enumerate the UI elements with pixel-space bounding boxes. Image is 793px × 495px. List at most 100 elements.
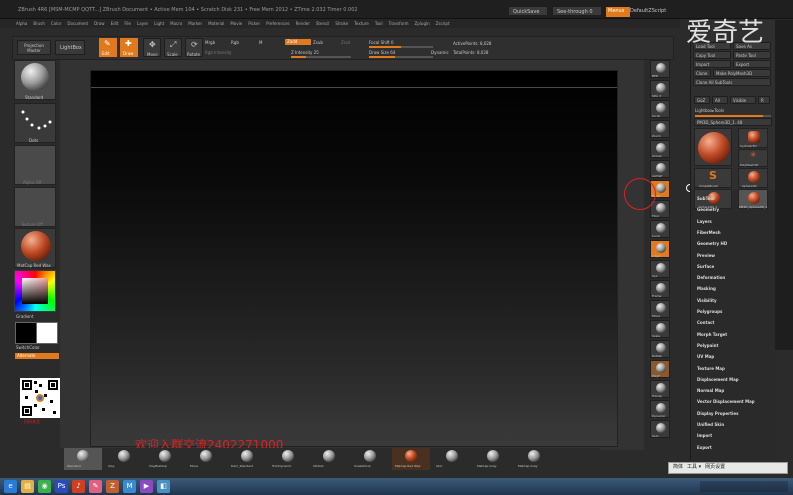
brush-move[interactable]: Move — [187, 448, 225, 470]
tool-make-polymesh3d-button[interactable]: Make PolyMesh3D — [713, 69, 771, 77]
brush-dam-standard[interactable]: Dam_Standard — [228, 448, 266, 470]
zcut-button[interactable]: Zcut — [341, 40, 350, 45]
brush-trimdynamic[interactable]: TrimDynamic — [269, 448, 307, 470]
tool-sphere3d[interactable]: Sphere3D — [738, 168, 768, 188]
rotate-button[interactable]: ⟳ Rotate — [185, 38, 203, 57]
brush-matcap-gray[interactable]: MatCap Gray — [474, 448, 512, 470]
r-button[interactable]: R — [758, 96, 770, 104]
shelf-aahalf-button[interactable]: AAHalf — [650, 160, 670, 178]
quicksave-button[interactable]: QuickSave — [508, 6, 548, 16]
menu-tool[interactable]: Tool — [375, 21, 383, 26]
shelf-polyf-button[interactable]: PolyF — [650, 360, 670, 378]
tool-export-button[interactable]: Export — [733, 60, 771, 68]
z-intensity-slider[interactable]: Z Intensity 25 — [291, 50, 319, 55]
shelf-scale-button[interactable]: Scale — [650, 320, 670, 338]
section-masking[interactable]: Masking — [697, 286, 716, 291]
photoshop-icon[interactable]: Ps — [55, 480, 68, 493]
tool-pm3d-sphere-small[interactable]: PM3D_Sphere3D_1 — [738, 189, 768, 209]
draw-button[interactable]: ✚ Draw — [120, 38, 138, 57]
shelf-move-button[interactable]: Move — [650, 300, 670, 318]
material-thumbnail[interactable]: MatCap Red Wax — [14, 228, 56, 268]
lightbox-tools-slider[interactable] — [695, 115, 771, 117]
main-color-swatch[interactable] — [15, 322, 37, 344]
media-icon[interactable]: ▶ — [140, 480, 153, 493]
menu-layer[interactable]: Layer — [137, 21, 148, 26]
tool-polymesh3d[interactable]: ✶ PolyMesh3D — [738, 149, 768, 167]
section-geometry-hd[interactable]: Geometry HD — [697, 241, 727, 246]
color-square[interactable] — [22, 278, 48, 304]
menu-draw[interactable]: Draw — [94, 21, 104, 26]
section-export[interactable]: Export — [697, 445, 712, 450]
explorer-icon[interactable]: ◧ — [157, 480, 170, 493]
menu-stroke[interactable]: Stroke — [335, 21, 348, 26]
switch-color-button[interactable]: SwitchColor — [16, 345, 40, 350]
tool-cylinder3d[interactable]: Cylinder3D — [738, 128, 768, 148]
brush-claybuildup[interactable]: ClayBuildup — [146, 448, 184, 470]
section-unified-skin[interactable]: Unified Skin — [697, 422, 724, 427]
shelf-bpr-button[interactable]: BPR — [650, 60, 670, 78]
rgb-intensity-slider[interactable]: Rgb Intensity — [205, 50, 232, 55]
section-geometry[interactable]: Geometry — [697, 207, 719, 212]
tool-pm3d-sphere-large[interactable] — [694, 128, 732, 166]
color-picker[interactable] — [14, 270, 56, 312]
menu-edit[interactable]: Edit — [111, 21, 119, 26]
tool-clone-all-subtools-button[interactable]: Clone All SubTools — [693, 78, 771, 86]
brush-matcap-red-wax[interactable]: MatCap Red Wax — [392, 448, 430, 470]
section-polypaint[interactable]: Polypaint — [697, 343, 718, 348]
menu-light[interactable]: Light — [154, 21, 164, 26]
canvas-viewport[interactable] — [90, 70, 618, 447]
projection-master-button[interactable]: Projection Master — [17, 40, 51, 55]
dynamic-button[interactable]: Dynamic — [431, 50, 449, 55]
menu-brush[interactable]: Brush — [33, 21, 45, 26]
3dsmax-icon[interactable]: M — [123, 480, 136, 493]
current-tool-slider[interactable]: PM3D_Sphere3D_1. 48 — [694, 118, 772, 126]
menu-zscript[interactable]: Zscript — [436, 21, 450, 26]
shelf-rotate-button[interactable]: Rotate — [650, 340, 670, 358]
tool-import-button[interactable]: Import — [693, 60, 731, 68]
shelf-spix-3-button[interactable]: SPix 3 — [650, 80, 670, 98]
brush-hpolish[interactable]: hPolish — [310, 448, 348, 470]
menu-zplugin[interactable]: Zplugin — [415, 21, 430, 26]
menu-marker[interactable]: Marker — [188, 21, 202, 26]
default-script[interactable]: DefaultZScript — [630, 8, 666, 14]
document-canvas[interactable] — [60, 60, 644, 450]
menu-macro[interactable]: Macro — [170, 21, 182, 26]
section-preview[interactable]: Preview — [697, 253, 715, 258]
chrome-icon[interactable]: ◉ — [38, 480, 51, 493]
tool-copy-tool-button[interactable]: Copy Tool — [693, 51, 731, 59]
winamp-icon[interactable]: ♪ — [72, 480, 85, 493]
menu-alpha[interactable]: Alpha — [16, 21, 27, 26]
menu-render[interactable]: Render — [296, 21, 310, 26]
section-surface[interactable]: Surface — [697, 264, 714, 269]
edit-button[interactable]: ✎ Edit — [99, 38, 117, 57]
section-displacement-map[interactable]: Displacement Map — [697, 377, 739, 382]
goz-button[interactable]: GoZ — [694, 96, 710, 104]
shelf-actual-button[interactable]: Actual — [650, 140, 670, 158]
shelf-zoom-button[interactable]: Zoom — [650, 120, 670, 138]
brush-matcap-gray[interactable]: MatCap Gray — [515, 448, 553, 470]
menu-stencil[interactable]: Stencil — [316, 21, 330, 26]
ie-icon[interactable]: e — [4, 480, 17, 493]
tool-simplebrush[interactable]: S SimpleBrush — [694, 168, 732, 188]
brush-snakehook[interactable]: SnakeHook — [351, 448, 389, 470]
section-fibermesh[interactable]: FiberMesh — [697, 230, 721, 235]
shelf-frame-button[interactable]: Frame — [650, 280, 670, 298]
draw-size-track[interactable] — [369, 56, 433, 58]
brush-standard[interactable]: Standard — [64, 448, 102, 470]
tool-paste-tool-button[interactable]: Paste Tool — [733, 51, 771, 59]
shelf-scroll-button[interactable]: Scroll — [650, 100, 670, 118]
m-button[interactable]: M — [259, 40, 262, 45]
zsub-button[interactable]: Zsub — [313, 40, 323, 45]
move-button[interactable]: ✥ Move — [143, 38, 161, 57]
shelf-local-button[interactable]: Local — [650, 220, 670, 238]
rgb-button[interactable]: Rgb — [231, 40, 239, 45]
section-import[interactable]: Import — [697, 433, 712, 438]
ime-item[interactable]: 工具 ▾ — [687, 464, 701, 472]
section-uv-map[interactable]: UV Map — [697, 354, 714, 359]
menu-texture[interactable]: Texture — [354, 21, 369, 26]
menu-movie[interactable]: Movie — [230, 21, 242, 26]
gradient-label[interactable]: Gradient — [16, 314, 33, 319]
section-contact[interactable]: Contact — [697, 320, 714, 325]
section-visibility[interactable]: Visibility — [697, 298, 717, 303]
alternate-button[interactable]: Alternate — [15, 353, 59, 359]
